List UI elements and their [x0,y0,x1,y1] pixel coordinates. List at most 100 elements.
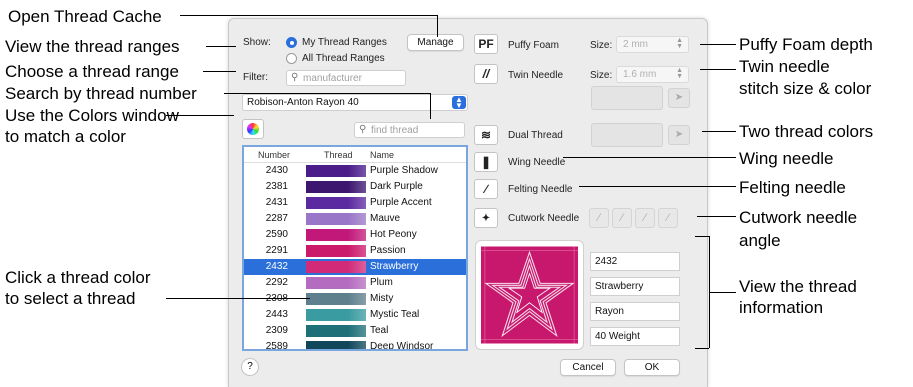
find-search-icon: ⚲ [359,124,367,135]
leader-line [224,93,430,94]
twin-needle-button[interactable]: // [474,64,498,84]
thread-color-swatch[interactable] [306,213,366,225]
wing-needle-label: Wing Needle [508,157,566,168]
radio-all-label[interactable]: All Thread Ranges [302,53,385,64]
info-number-field: 2432 [590,252,680,271]
cancel-button[interactable]: Cancel [560,359,616,376]
select-arrows-icon: ▲ ▼ [452,96,466,110]
table-row[interactable]: 2292 Plum [244,275,466,291]
callout-colors-window-2: to match a color [5,127,126,146]
thread-color-swatch[interactable] [306,277,366,289]
cutwork-angle-3-button[interactable]: ∕ [635,208,655,228]
twin-needle-icon: // [482,67,490,81]
felting-needle-button[interactable]: ∕ [474,179,498,199]
leader-line [697,216,736,217]
thread-table[interactable]: Number Thread Name 2430 Purple Shadow 2381… [242,145,468,351]
twin-color-swatch[interactable] [591,86,663,110]
wing-needle-button[interactable]: ❚ [474,152,498,172]
filter-input[interactable]: ⚲ manufacturer [286,70,406,86]
dual-thread-icon: ≋ [480,128,492,142]
thread-number: 2590 [265,229,288,240]
twin-size-field[interactable]: 1.6 mm ▲ ▼ [616,66,689,83]
puffy-foam-label: Puffy Foam [508,40,559,51]
table-row[interactable]: 2443 Mystic Teal [244,307,466,323]
ok-button[interactable]: OK [624,359,680,376]
dual-thread-button[interactable]: ≋ [474,125,498,145]
thread-color-swatch[interactable] [306,261,366,273]
callout-search-number: Search by thread number [5,84,197,103]
thread-color-swatch[interactable] [306,229,366,241]
cutwork-angle-1-button[interactable]: ∕ [589,208,609,228]
thread-color-swatch[interactable] [306,309,366,321]
dual-thread-label: Dual Thread [508,130,563,141]
table-row[interactable]: 2381 Dark Purple [244,179,466,195]
table-row[interactable]: 2287 Mauve [244,211,466,227]
puffy-foam-button[interactable]: PF [474,34,498,54]
thread-number: 2443 [265,309,288,320]
callout-two-colors: Two thread colors [739,122,874,141]
thread-name: Deep Windsor [370,341,434,351]
thread-color-swatch[interactable] [306,181,366,193]
stepper-icon: ▲ ▼ [676,67,683,80]
table-row[interactable]: 2309 Teal [244,323,466,339]
callout-twin-2: stitch size & color [739,79,872,98]
table-row[interactable]: 2430 Purple Shadow [244,163,466,179]
thread-color-swatch[interactable] [306,341,366,349]
help-button[interactable]: ? [241,358,259,376]
header-thread[interactable]: Thread [324,150,353,160]
header-number[interactable]: Number [258,150,290,160]
thread-name: Mystic Teal [370,309,420,320]
table-row[interactable]: 2432 Strawberry [244,259,466,275]
header-name[interactable]: Name [370,150,394,160]
leader-line [203,71,236,72]
table-row[interactable]: 2431 Purple Accent [244,195,466,211]
find-thread-placeholder: find thread [371,125,419,136]
thread-name: Misty [370,293,394,304]
table-row[interactable]: 2291 Passion [244,243,466,259]
manage-button[interactable]: Manage [407,34,464,51]
callout-click-color-2: to select a thread [5,289,136,308]
twin-needle-label: Twin Needle [508,70,564,81]
thread-color-swatch[interactable] [306,165,366,177]
cutwork-angle-2-button[interactable]: ∕ [612,208,632,228]
twin-color-picker-button[interactable]: ➤ [668,88,690,108]
color-wheel-icon [247,123,259,135]
callout-click-color-1: Click a thread color [5,268,151,287]
thread-color-swatch[interactable] [306,325,366,337]
callout-view-info-2: information [739,298,824,317]
leader-line [166,115,234,116]
thread-color-swatch[interactable] [306,197,366,209]
wing-needle-icon: ❚ [480,155,492,169]
callout-wing: Wing needle [739,149,834,168]
thread-color-swatch[interactable] [306,245,366,257]
callout-open-cache: Open Thread Cache [8,7,162,26]
cutwork-needle-button[interactable]: ✦ [474,208,498,228]
table-row[interactable]: 2589 Deep Windsor [244,339,466,351]
thread-name: Purple Shadow [370,165,438,176]
find-thread-input[interactable]: ⚲ find thread [354,122,465,138]
thread-name: Purple Accent [370,197,432,208]
puffy-size-field[interactable]: 2 mm ▲ ▼ [616,36,689,53]
puffy-size-label: Size: [590,40,613,51]
cutwork-angle-4-button[interactable]: ∕ [658,208,678,228]
cutwork-needle-label: Cutwork Needle [508,213,580,224]
table-header: Number Thread Name [244,147,466,163]
dual-color-picker-button[interactable]: ➤ [668,125,690,145]
twin-size-label: Size: [590,70,613,81]
thread-preview-star [481,246,578,344]
colors-window-button[interactable] [242,119,264,139]
radio-my-label[interactable]: My Thread Ranges [302,37,387,48]
table-row[interactable]: 2590 Hot Peony [244,227,466,243]
callout-choose-range: Choose a thread range [5,62,179,81]
leader-line [166,298,310,299]
leader-line [709,292,736,293]
thread-color-swatch[interactable] [306,293,366,305]
leader-line [563,157,736,158]
felting-needle-icon: ∕ [484,182,487,196]
callout-puffy-depth: Puffy Foam depth [739,35,873,54]
dual-color-swatch[interactable] [591,123,663,147]
radio-my-thread-ranges[interactable] [286,37,297,48]
radio-all-thread-ranges[interactable] [286,53,297,64]
thread-range-select[interactable]: Robison-Anton Rayon 40 ▲ ▼ [242,94,468,111]
table-row[interactable]: 2308Misty [244,291,466,307]
